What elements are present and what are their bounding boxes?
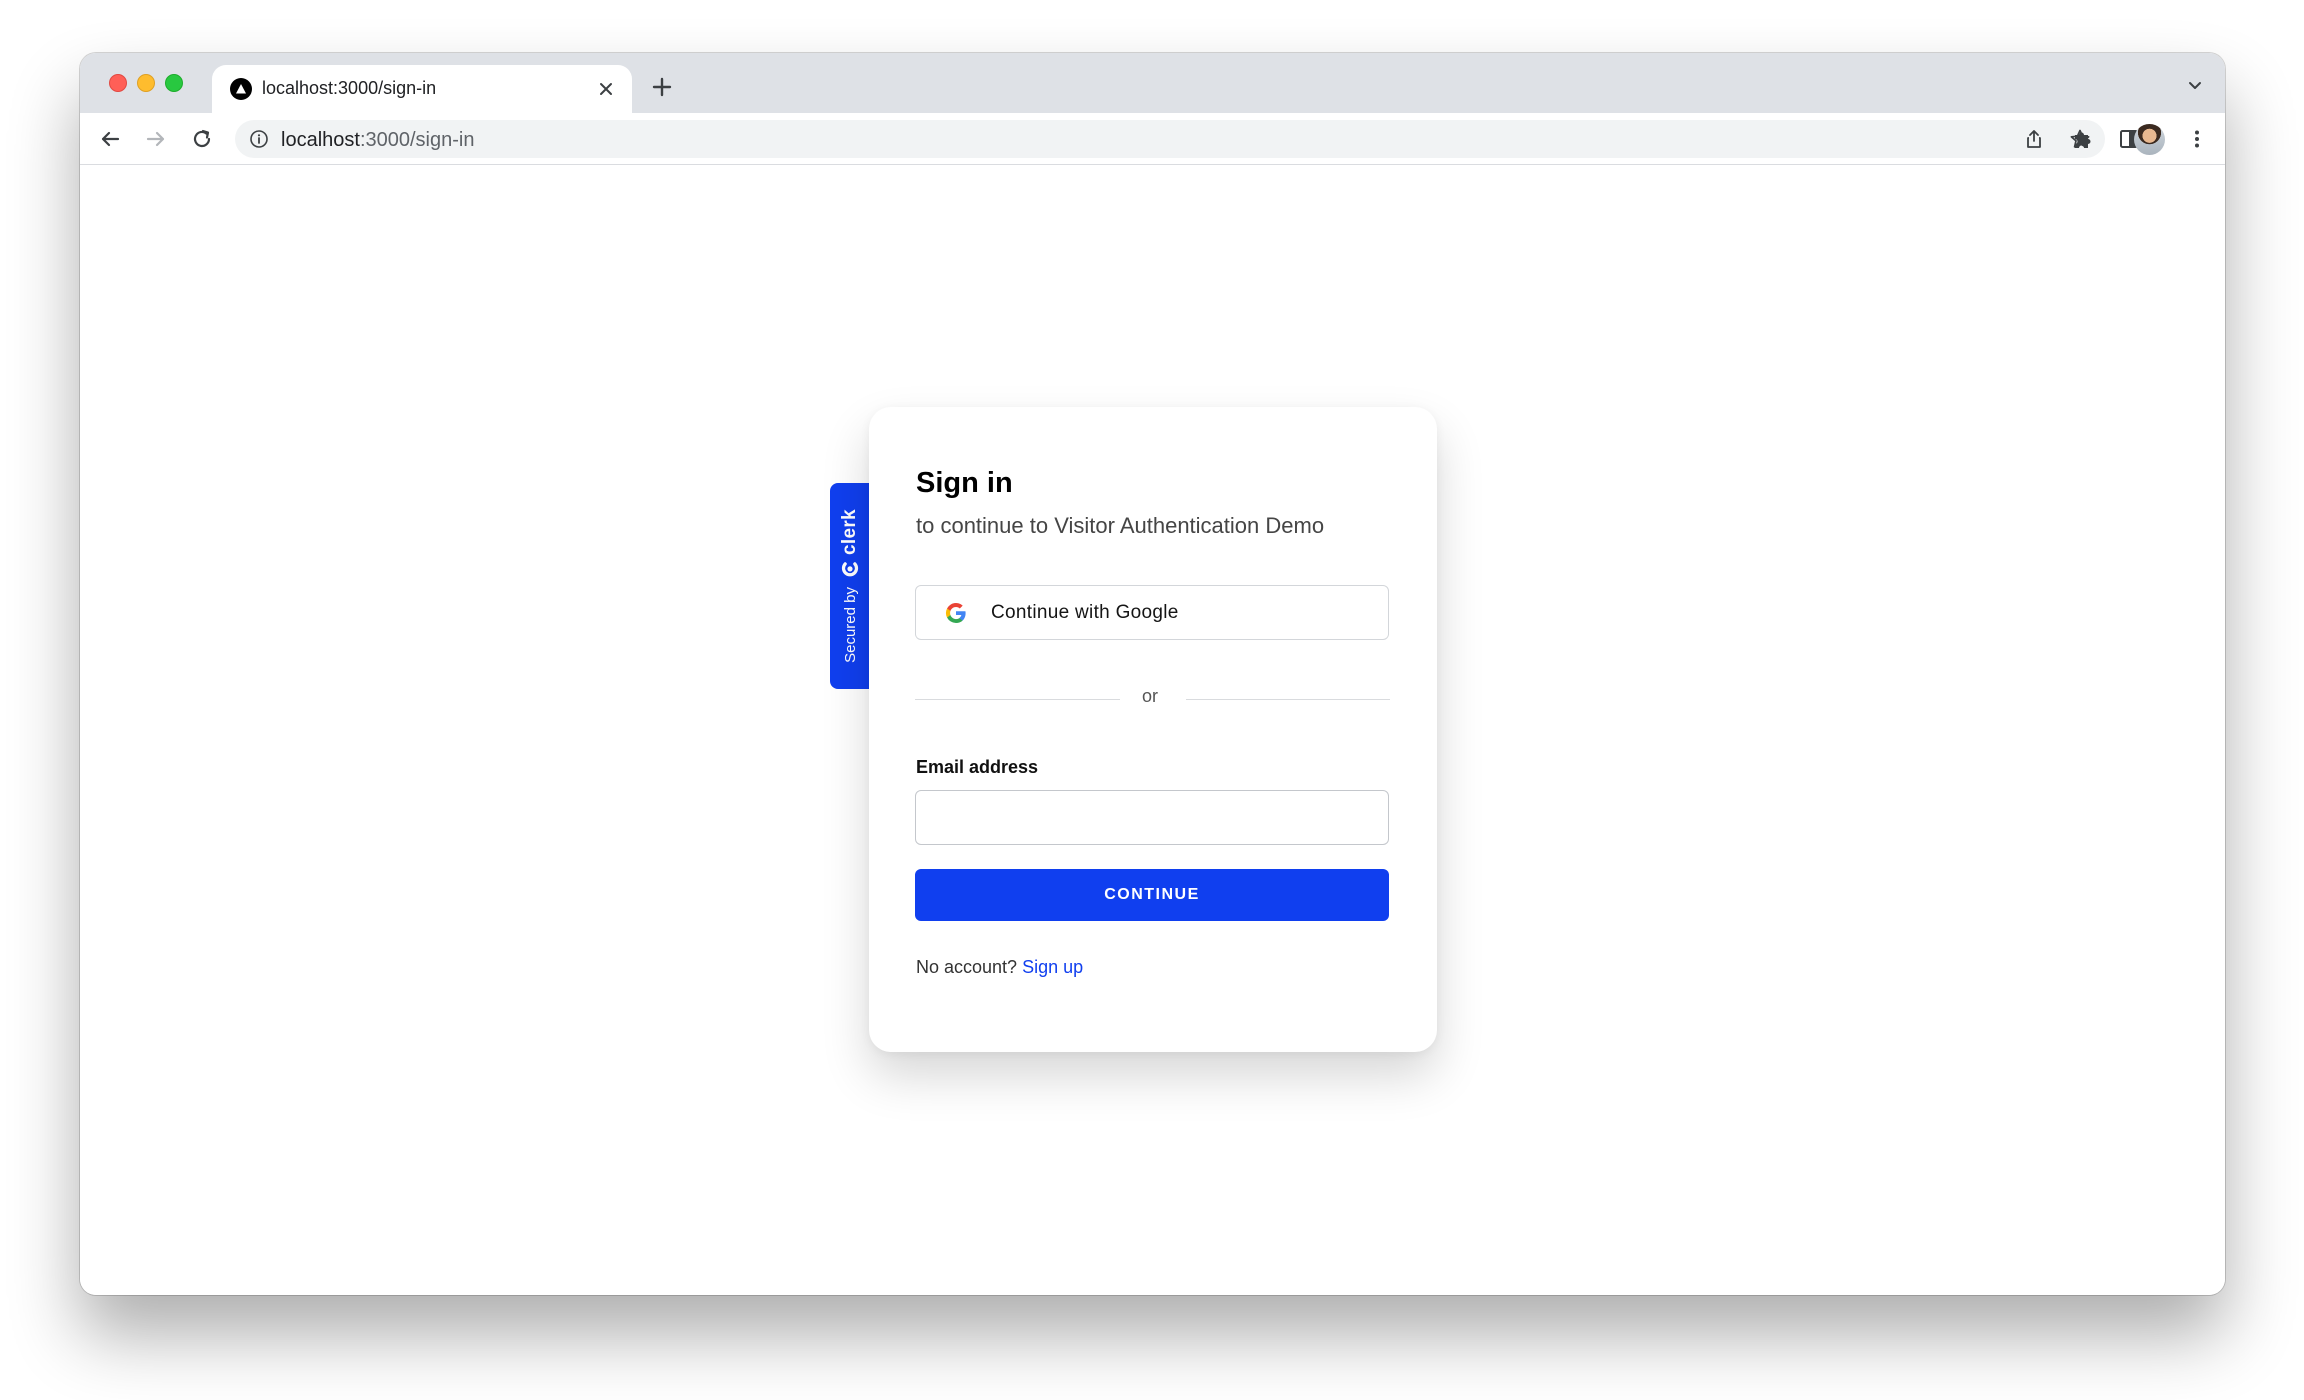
page-subtitle: to continue to Visitor Authentication De…: [916, 513, 1325, 538]
close-icon[interactable]: [594, 77, 618, 101]
page-title: Sign in: [916, 467, 1013, 499]
arrow-left-icon[interactable]: [96, 125, 124, 153]
clerk-logo-icon: [841, 562, 859, 577]
sign-up-prompt: No account? Sign up: [916, 957, 1083, 978]
page-viewport: Secured by clerk Sign in to continue to …: [80, 165, 2225, 1295]
divider-text: or: [1142, 686, 1159, 706]
avatar[interactable]: [2134, 124, 2165, 155]
puzzle-icon[interactable]: [2069, 125, 2097, 153]
reload-icon[interactable]: [188, 125, 216, 153]
browser-tab[interactable]: localhost:3000/sign-in: [212, 65, 632, 113]
badge-secured-text: Secured by: [841, 586, 859, 663]
more-vertical-icon[interactable]: [2183, 125, 2211, 153]
browser-window: localhost:3000/sign-in localhost:3000/si: [80, 53, 2225, 1295]
url-text[interactable]: localhost:3000/sign-in: [281, 129, 474, 152]
maximize-window-button[interactable]: [165, 74, 183, 92]
info-icon[interactable]: [249, 129, 269, 149]
clerk-logo: clerk: [839, 509, 861, 579]
tab-strip: localhost:3000/sign-in: [80, 53, 2225, 113]
google-icon: [945, 603, 966, 623]
url-host: localhost: [281, 129, 360, 151]
triangle-logo-icon: [230, 78, 252, 100]
close-window-button[interactable]: [109, 74, 127, 92]
email-label: Email address: [916, 757, 1039, 777]
sign-in-card: Sign in to continue to Visitor Authentic…: [869, 407, 1437, 1052]
secured-by-clerk-badge[interactable]: Secured by clerk: [830, 483, 870, 689]
badge-brand-text: clerk: [839, 509, 860, 555]
plus-icon[interactable]: [648, 73, 676, 101]
continue-with-google-button[interactable]: Continue with Google: [915, 585, 1389, 640]
continue-button[interactable]: CONTINUE: [915, 869, 1389, 921]
badge-content: Secured by clerk: [839, 509, 861, 663]
sign-up-link[interactable]: Sign up: [1022, 957, 1083, 977]
tab-title: localhost:3000/sign-in: [262, 78, 437, 98]
minimize-window-button[interactable]: [137, 74, 155, 92]
address-bar[interactable]: localhost:3000/sign-in: [235, 120, 2105, 158]
email-field[interactable]: [915, 790, 1389, 845]
google-button-label: Continue with Google: [991, 602, 1179, 623]
no-account-text: No account?: [916, 957, 1018, 977]
chevron-down-icon[interactable]: [2183, 73, 2207, 97]
divider-line-left: [915, 699, 1120, 700]
arrow-right-icon[interactable]: [142, 125, 170, 153]
share-icon[interactable]: [2023, 128, 2045, 150]
url-path: :3000/sign-in: [359, 129, 475, 151]
divider-line-right: [1186, 699, 1390, 700]
browser-toolbar: localhost:3000/sign-in: [80, 113, 2225, 165]
